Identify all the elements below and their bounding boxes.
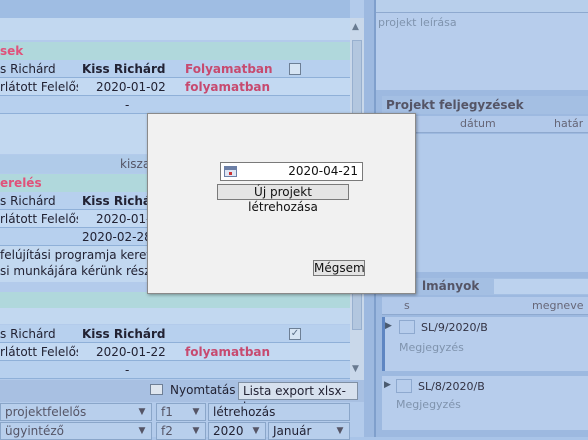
dokumentumok-col-header: s megneve — [382, 297, 588, 315]
left-top-strip-2 — [0, 18, 350, 40]
filter-projektfelelos[interactable]: projektfelelős ▼ — [0, 403, 152, 421]
col-hatarido[interactable]: határ — [554, 117, 583, 130]
doc-row[interactable]: ▶ SL/9/2020/B Megjegyzés — [382, 317, 588, 371]
filter-f1[interactable]: f1 ▼ — [156, 403, 206, 421]
printer-icon — [150, 384, 163, 395]
section-title-1: sek — [0, 42, 350, 60]
scroll-down-icon[interactable]: ▼ — [352, 364, 359, 374]
doc-id: SL/9/2020/B — [421, 321, 488, 334]
filter-month-value: Január — [273, 424, 312, 438]
table-row[interactable]: rlátott Felelős 2020-01-22 folyamatban — [0, 343, 350, 361]
filter-f1-value: f1 — [161, 405, 173, 419]
doc-note: Megjegyzés — [396, 398, 461, 411]
filter-projektfelelos-value: projektfelelős — [5, 405, 87, 419]
cell-felelos: s Richárd — [0, 194, 56, 208]
doc-id: SL/8/2020/B — [418, 380, 485, 393]
create-project-button[interactable]: Új projekt létrehozása — [217, 184, 349, 214]
cell-ugyinzeto: Kiss Richárd — [82, 327, 166, 341]
section-band — [0, 292, 350, 308]
expand-arrow-icon[interactable]: ▶ — [384, 380, 391, 390]
description-line: felújítási programja keret — [0, 248, 148, 262]
cell-felelos: rlátott Felelős — [0, 80, 78, 94]
doc-thumb — [396, 379, 412, 393]
row-checkbox-checked[interactable]: ✓ — [289, 328, 301, 340]
cell-status: folyamatban — [185, 345, 271, 359]
chevron-down-icon: ▼ — [138, 407, 146, 417]
row-checkbox[interactable] — [289, 63, 301, 75]
right-top-strip — [374, 0, 588, 12]
doc-note: Megjegyzés — [399, 341, 464, 354]
print-button[interactable]: Nyomtatás — [166, 382, 236, 400]
description-line: si munkájára kérünk rész — [0, 264, 148, 278]
filter-letrehozas-value: létrehozás — [213, 405, 276, 419]
dokumentumok-search[interactable] — [494, 279, 588, 294]
table-row[interactable]: rlátott Felelős 2020-01-02 folyamatban — [0, 78, 350, 96]
cell-felelos: rlátott Felelős — [0, 345, 78, 359]
filter-f2[interactable]: f2 ▼ — [156, 422, 206, 440]
kisz-label: kisza — [120, 157, 150, 171]
filter-f2-value: f2 — [161, 424, 173, 438]
calendar-icon[interactable] — [224, 166, 237, 177]
table-row[interactable]: - — [0, 96, 350, 114]
cell-felelos: rlátott Felelős — [0, 212, 78, 226]
filter-year[interactable]: 2020 ▼ — [208, 422, 266, 440]
cell-felelos: s Richárd — [0, 62, 56, 76]
cell-date: - — [125, 363, 130, 377]
cell-felelos: s Richárd — [0, 327, 56, 341]
filter-ugyintezo-value: ügyintéző — [5, 424, 64, 438]
row-spacer — [0, 308, 350, 324]
date-picker-field[interactable]: 2020-04-21 — [220, 162, 363, 181]
cell-date: 2020-02-28 — [82, 230, 148, 244]
new-project-dialog: 2020-04-21 Új projekt létrehozása Mégsem — [147, 113, 416, 294]
col-megnevezes[interactable]: megneve — [532, 299, 583, 312]
feljegyzesek-title: Projekt feljegyzések — [386, 98, 524, 112]
scroll-up-icon[interactable]: ▲ — [352, 22, 359, 32]
cell-status: folyamatban — [185, 80, 271, 94]
col-datum[interactable]: dátum — [460, 117, 496, 130]
left-top-strip — [0, 0, 350, 18]
date-value: 2020-04-21 — [288, 164, 358, 178]
chevron-down-icon: ▼ — [192, 407, 200, 417]
doc-row[interactable]: ▶ SL/8/2020/B Megjegyzés — [382, 376, 588, 430]
filter-month[interactable]: Január ▼ — [268, 422, 350, 440]
filter-year-value: 2020 — [213, 424, 244, 438]
dokumentumok-title: lmányok — [422, 279, 480, 293]
table-row[interactable]: - — [0, 361, 350, 379]
export-xlsx-button[interactable]: Lista export xlsx-be — [238, 382, 358, 414]
cell-status: Folyamatban — [185, 62, 273, 76]
cell-date: 2020-01-22 — [96, 345, 166, 359]
table-row[interactable]: s Richárd Kiss Richárd Folyamatban — [0, 60, 350, 78]
projekt-leiras-placeholder: projekt leírása — [378, 16, 457, 29]
feljegyzesek-header: Projekt feljegyzések — [382, 96, 588, 114]
expand-arrow-icon[interactable]: ▶ — [385, 321, 392, 331]
projekt-leiras-box[interactable]: projekt leírása — [374, 12, 588, 90]
table-row[interactable]: s Richárd Kiss Richárd ✓ — [0, 325, 350, 343]
cell-date: 2020-01-02 — [96, 80, 166, 94]
cancel-button[interactable]: Mégsem — [313, 260, 365, 276]
filter-ugyintezo[interactable]: ügyintéző ▼ — [0, 422, 152, 440]
col-s[interactable]: s — [404, 299, 410, 312]
cell-date: 2020-01- — [96, 212, 148, 226]
cell-ugyinzeto: Kiss Richárd — [82, 62, 166, 76]
doc-thumb — [399, 320, 415, 334]
filter-letrehozas[interactable]: létrehozás — [208, 403, 350, 421]
cell-date: - — [125, 98, 130, 112]
